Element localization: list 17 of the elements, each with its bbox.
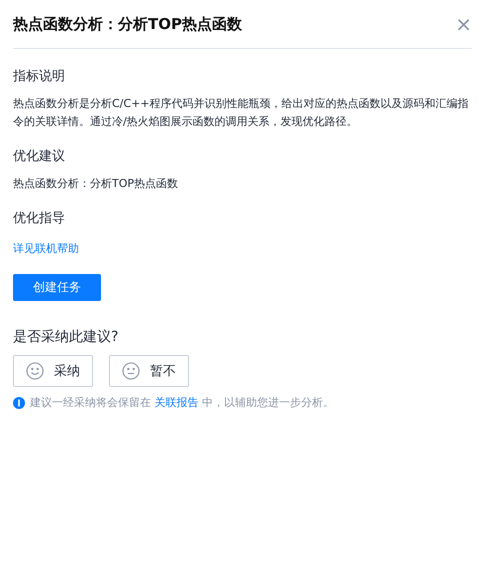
feedback-button[interactable]: 采纳 <box>13 355 93 387</box>
section-heading: 指标说明 <box>13 68 66 86</box>
section-heading: 优化指导 <box>13 210 66 228</box>
create-task-button[interactable]: 创建任务 <box>13 274 101 301</box>
neutral-face-icon <box>122 362 140 380</box>
info-icon <box>13 397 25 409</box>
section-text: 热点函数分析：分析TOP热点函数 <box>13 176 180 192</box>
feedback-button[interactable]: 暂不 <box>109 355 189 387</box>
smile-icon <box>26 362 44 380</box>
feedback-question: 是否采纳此建议? <box>13 328 120 347</box>
dialog-title: 热点函数分析：分析TOP热点函数 <box>13 14 242 34</box>
section-heading: 优化建议 <box>13 148 66 166</box>
help-link[interactable]: 详见联机帮助 <box>13 240 79 258</box>
report-link[interactable]: 关联报告 <box>154 396 198 409</box>
section-text: 热点函数分析是分析C/C++程序代码并识别性能瓶颈，给出对应的热点函数以及源码和汇编指令的关联详情。通过冷/热火焰图展示函数的调用关系，发现优化路径。 <box>13 96 470 130</box>
close-button[interactable]: × <box>451 14 472 34</box>
note-text: 建议一经采纳将会保留在 关联报告 中，以辅助您进一步分析。 <box>30 395 334 411</box>
